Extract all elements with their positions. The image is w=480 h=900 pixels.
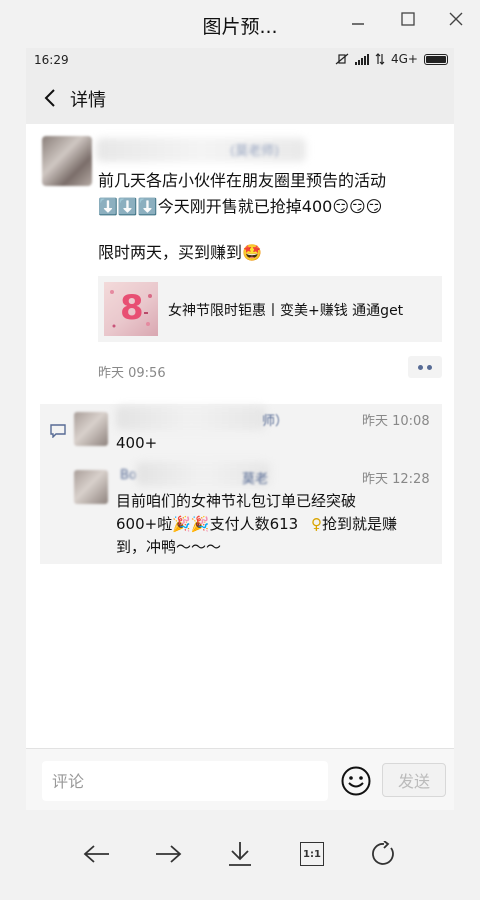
emoji-button[interactable] <box>340 765 372 797</box>
close-icon <box>449 12 463 26</box>
send-button[interactable]: 发送 <box>382 763 446 797</box>
comment-line-2-b: 支付人数613 <box>209 515 299 533</box>
confetti-decoration <box>110 290 152 328</box>
network-label: 4G+ <box>391 52 418 66</box>
viewer-titlebar: 图片预... <box>0 0 480 48</box>
comment-name-suffix: 师） <box>262 414 289 429</box>
down-arrow-emojis: ⬇️⬇️⬇️ <box>98 197 158 216</box>
post-line-2-text: 今天刚开售就已抢掉400 <box>157 197 333 216</box>
author-avatar[interactable] <box>42 136 92 186</box>
comment-time: 昨天 10:08 <box>362 414 430 429</box>
post-line-2: ⬇️⬇️⬇️今天刚开售就已抢掉400😏😏😏 <box>98 194 448 220</box>
author-name-suffix: (莫老师) <box>230 144 280 159</box>
smiley-icon <box>341 766 371 796</box>
post-text: 前几天各店小伙伴在朋友圈里预告的活动 ⬇️⬇️⬇️今天刚开售就已抢掉400😏😏😏… <box>98 168 448 266</box>
status-icons: 4G+ <box>335 52 448 66</box>
next-button[interactable] <box>150 836 186 872</box>
more-actions-button[interactable] <box>408 356 442 378</box>
download-button[interactable] <box>222 836 258 872</box>
status-bar: 16:29 4G+ <box>26 48 454 72</box>
nav-bar: 详情 <box>26 72 454 124</box>
comment-text: 400+ <box>116 434 158 452</box>
mute-icon <box>335 53 349 65</box>
maximize-icon <box>401 12 415 26</box>
viewer-toolbar: 1:1 <box>0 820 480 890</box>
download-icon <box>229 842 251 866</box>
minimize-icon <box>352 23 364 25</box>
smirk-emojis: 😏😏😏 <box>332 197 383 216</box>
comment-text-line-3: 到，冲鸭～～～ <box>116 538 222 556</box>
comment-time: 昨天 12:28 <box>362 472 430 487</box>
battery-icon <box>424 53 448 65</box>
post-line-3: 限时两天，买到赚到🤩 <box>98 240 448 266</box>
phone-screenshot: 16:29 4G+ 详情 (莫老师) 前几天各店小伙伴在朋友圈里预告的活动 ⬇️… <box>26 48 454 810</box>
zoom-label: 1:1 <box>300 842 324 866</box>
shared-link-card[interactable]: 8 女神节限时钜惠丨变美+赚钱 通通get <box>98 276 442 342</box>
comment-name-prefix: Bo <box>120 468 137 483</box>
post-line-3-text: 限时两天，买到赚到 <box>98 243 243 262</box>
more-dot-icon <box>427 364 432 370</box>
comment-input[interactable] <box>42 761 328 801</box>
comment-input-bar: 发送 <box>26 748 454 810</box>
arrow-left-icon <box>83 845 109 863</box>
comment-line-2-a: 600+啦 <box>116 515 173 533</box>
party-emojis: 🎉🎉 <box>172 515 210 533</box>
post-line-1: 前几天各店小伙伴在朋友圈里预告的活动 <box>98 171 387 190</box>
arrow-right-icon <box>156 845 182 863</box>
rotate-icon <box>372 841 394 865</box>
link-title: 女神节限时钜惠丨变美+赚钱 通通get <box>168 303 404 319</box>
maximize-button[interactable] <box>394 8 422 30</box>
rotate-button[interactable] <box>366 836 402 872</box>
close-button[interactable] <box>442 8 470 30</box>
comment-avatar[interactable] <box>74 412 108 446</box>
minimize-button[interactable] <box>344 8 372 30</box>
female-sign-icon: ♀ <box>310 515 322 533</box>
star-eyes-emoji: 🤩 <box>242 243 262 262</box>
comment-icon <box>50 424 66 438</box>
post-time: 昨天 09:56 <box>98 366 166 381</box>
status-time: 16:29 <box>34 53 69 67</box>
data-arrows-icon <box>375 53 385 65</box>
more-dot-icon <box>418 364 423 370</box>
page-title: 详情 <box>70 90 106 111</box>
previous-button[interactable] <box>79 836 115 872</box>
comment-avatar[interactable] <box>74 470 108 504</box>
comment-text: 目前咱们的女神节礼包订单已经突破 600+啦🎉🎉支付人数613 ♀抢到就是赚 到… <box>116 490 438 559</box>
comment-text-line-1: 目前咱们的女神节礼包订单已经突破 <box>116 492 357 510</box>
comments-panel: 师） 昨天 10:08 400+ Bo 莫老 昨天 12:28 目前咱们的女神节… <box>40 404 442 564</box>
comment-line-2-c: 抢到就是赚 <box>321 515 397 533</box>
comment-text-line-2: 600+啦🎉🎉支付人数613 ♀抢到就是赚 <box>116 513 438 536</box>
comment-name-blurred[interactable] <box>116 406 266 430</box>
back-button[interactable] <box>36 84 64 112</box>
moment-detail: (莫老师) 前几天各店小伙伴在朋友圈里预告的活动 ⬇️⬇️⬇️今天刚开售就已抢掉… <box>26 124 454 748</box>
actual-size-button[interactable]: 1:1 <box>294 836 330 872</box>
signal-icon <box>355 54 369 65</box>
comment-name-suffix: 莫老 <box>242 472 269 487</box>
link-thumbnail: 8 <box>104 282 158 336</box>
back-chevron-icon <box>44 89 55 107</box>
